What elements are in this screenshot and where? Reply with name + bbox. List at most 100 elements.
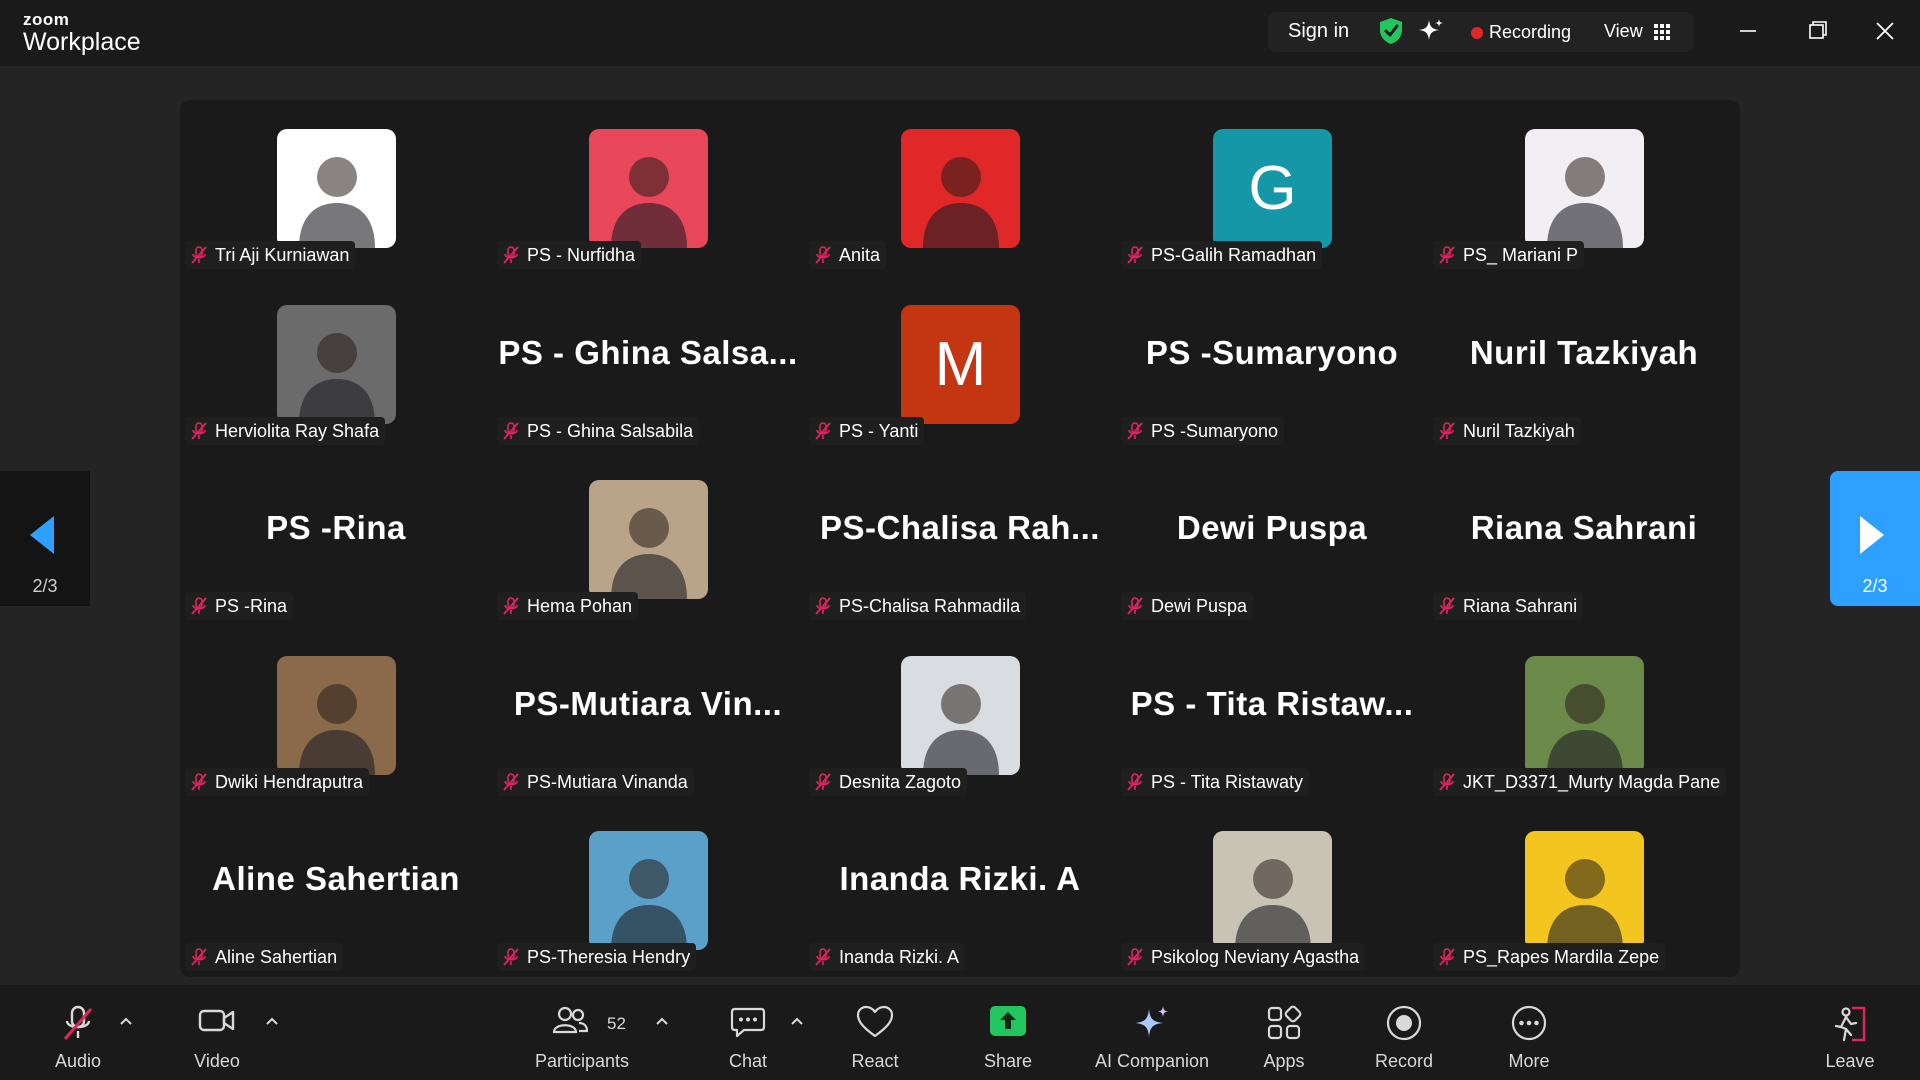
audio-options-chevron-icon[interactable] [118, 1015, 134, 1027]
grid-icon[interactable] [1654, 24, 1670, 40]
participant-name: PS - Tita Ristawaty [1151, 771, 1304, 792]
participant-tile[interactable]: PS_ Mariani P [1428, 100, 1740, 275]
participant-name-label: Desnita Zagoto [809, 768, 968, 796]
participant-name-label: PS - Nurfidha [497, 241, 642, 269]
avatar-initial: M [901, 305, 1020, 424]
sign-in-button[interactable]: Sign in [1288, 20, 1349, 43]
participant-tile[interactable]: Dwiki Hendraputra [180, 627, 492, 802]
more-button[interactable]: More [1494, 985, 1564, 1080]
page-indicator: 2/3 [1862, 576, 1888, 596]
record-icon [1386, 1005, 1422, 1041]
participant-tile[interactable]: Nuril Tazkiyah Nuril Tazkiyah [1428, 276, 1740, 451]
muted-mic-icon [815, 948, 831, 966]
participant-tile[interactable]: PS_Rapes Mardila Zepe [1428, 802, 1740, 977]
sparkle-icon[interactable] [1418, 18, 1444, 44]
participant-tile[interactable]: M PS - Yanti [804, 276, 1116, 451]
participant-tile[interactable]: Herviolita Ray Shafa [180, 276, 492, 451]
person-silhouette-icon [1235, 859, 1311, 950]
chat-options-chevron-icon[interactable] [789, 1015, 805, 1027]
previous-page-button[interactable]: 2/3 [0, 471, 90, 606]
participant-tile[interactable]: Aline Sahertian Aline Sahertian [180, 802, 492, 977]
muted-mic-icon [1439, 773, 1455, 791]
leave-label: Leave [1825, 1051, 1875, 1071]
apps-icon [1267, 1005, 1302, 1040]
participant-name: PS - Ghina Salsabila [527, 420, 694, 441]
chat-bubble-icon [730, 1007, 766, 1038]
share-button[interactable]: Share [970, 985, 1046, 1080]
restore-icon[interactable] [1800, 16, 1834, 46]
muted-mic-icon [1127, 422, 1143, 440]
avatar-photo [1525, 831, 1644, 950]
muted-mic-icon [191, 597, 207, 615]
avatar-letter: G [1248, 154, 1297, 223]
person-silhouette-icon [299, 157, 375, 248]
muted-mic-icon [503, 422, 519, 440]
avatar-initial: G [1213, 129, 1332, 248]
apps-button[interactable]: Apps [1254, 985, 1314, 1080]
participant-name-label: Nuril Tazkiyah [1433, 417, 1581, 445]
participants-options-chevron-icon[interactable] [654, 1015, 670, 1027]
shield-icon[interactable] [1378, 17, 1404, 45]
app-logo-top: zoom [23, 10, 70, 29]
video-button[interactable]: Video [182, 985, 252, 1080]
participant-tile[interactable]: Tri Aji Kurniawan [180, 100, 492, 275]
video-options-chevron-icon[interactable] [264, 1015, 280, 1027]
participant-tile[interactable]: Anita [804, 100, 1116, 275]
person-silhouette-icon [1547, 157, 1623, 248]
participant-tile[interactable]: Desnita Zagoto [804, 627, 1116, 802]
muted-mic-icon [1127, 246, 1143, 264]
participants-count: 52 [607, 1014, 626, 1033]
person-silhouette-icon [299, 333, 375, 424]
heart-icon [856, 1005, 894, 1038]
record-button[interactable]: Record [1364, 985, 1444, 1080]
audio-button[interactable]: Audio [40, 985, 116, 1080]
participant-tile[interactable]: PS-Theresia Hendry [492, 802, 804, 977]
muted-mic-icon [503, 246, 519, 264]
participant-name-label: PS_ Mariani P [1433, 241, 1585, 269]
participant-tile[interactable]: Dewi Puspa Dewi Puspa [1116, 451, 1428, 626]
participant-tile[interactable]: PS-Mutiara Vin... PS-Mutiara Vinanda [492, 627, 804, 802]
participant-tile[interactable]: PS -Sumaryono PS -Sumaryono [1116, 276, 1428, 451]
participant-tile[interactable]: G PS-Galih Ramadhan [1116, 100, 1428, 275]
participant-name-label: Anita [809, 241, 887, 269]
avatar-photo [589, 129, 708, 248]
muted-mic-icon [1439, 246, 1455, 264]
participant-name: Psikolog Neviany Agastha [1151, 946, 1360, 967]
recording-dot-icon [1471, 27, 1483, 39]
react-button[interactable]: React [840, 985, 910, 1080]
participant-display-name: Nuril Tazkiyah [1469, 334, 1699, 371]
ai-companion-button[interactable]: AI Companion [1090, 985, 1214, 1080]
close-icon[interactable] [1868, 16, 1902, 46]
audio-label: Audio [54, 1051, 102, 1071]
participant-tile[interactable]: PS - Nurfidha [492, 100, 804, 275]
participant-tile[interactable]: JKT_D3371_Murty Magda Pane [1428, 627, 1740, 802]
participant-display-name: PS -Sumaryono [1145, 334, 1399, 371]
participant-display-name: Aline Sahertian [212, 860, 460, 897]
minimize-icon[interactable] [1731, 16, 1765, 46]
chat-button[interactable]: Chat [718, 985, 778, 1080]
participant-tile[interactable]: Riana Sahrani Riana Sahrani [1428, 451, 1740, 626]
leave-button[interactable]: Leave [1818, 985, 1882, 1080]
participant-tile[interactable]: Inanda Rizki. A Inanda Rizki. A [804, 802, 1116, 977]
participant-tile[interactable]: Hema Pohan [492, 451, 804, 626]
more-options-icon [1511, 1005, 1547, 1041]
participant-name: PS_Rapes Mardila Zepe [1463, 946, 1660, 967]
video-camera-icon [198, 1009, 235, 1032]
participant-name-label: PS_Rapes Mardila Zepe [1433, 943, 1666, 971]
participant-tile[interactable]: Psikolog Neviany Agastha [1116, 802, 1428, 977]
person-silhouette-icon [611, 508, 687, 599]
participant-tile[interactable]: PS - Ghina Salsa... PS - Ghina Salsabila [492, 276, 804, 451]
participant-display-name: Inanda Rizki. A [839, 860, 1081, 897]
participant-tile[interactable]: PS -Rina PS -Rina [180, 451, 492, 626]
person-silhouette-icon [1547, 859, 1623, 950]
title-bar: zoom Workplace Sign in Recording View [0, 0, 1920, 66]
next-page-button[interactable]: 2/3 [1830, 471, 1920, 606]
participant-tile[interactable]: PS - Tita Ristaw... PS - Tita Ristawaty [1116, 627, 1428, 802]
recording-status[interactable]: Recording [1489, 22, 1571, 43]
participant-name: PS -Rina [215, 595, 288, 616]
avatar-photo [277, 305, 396, 424]
participant-tile[interactable]: PS-Chalisa Rah... PS-Chalisa Rahmadila [804, 451, 1116, 626]
view-button[interactable]: View [1604, 21, 1643, 42]
avatar-photo [589, 831, 708, 950]
person-silhouette-icon [299, 684, 375, 775]
